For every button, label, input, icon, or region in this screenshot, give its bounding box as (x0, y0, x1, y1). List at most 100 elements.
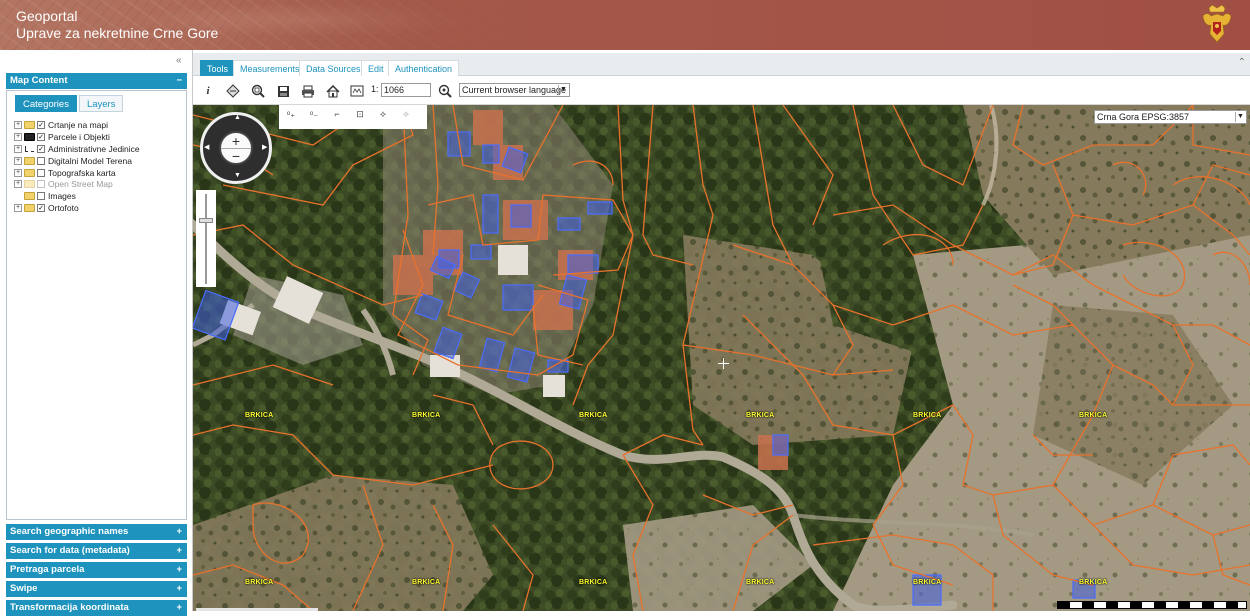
layer-select-icon[interactable] (225, 83, 241, 99)
section-label: Search geographic names (10, 526, 129, 537)
layer-label: Parcele i Objekti (48, 131, 110, 142)
tab-tools[interactable]: Tools (200, 60, 236, 76)
map-canvas[interactable]: BRKICA BRKICA BRKICA BRKICA BRKICA BRKIC… (193, 105, 1250, 611)
layer-checkbox[interactable] (37, 156, 45, 165)
layer-row-dmt[interactable]: + Digitalni Model Terena (14, 155, 140, 167)
expand-icon[interactable]: + (14, 156, 22, 165)
map-content-header[interactable]: Map Content − (6, 73, 187, 89)
zoom-out-icon[interactable]: − (221, 148, 251, 163)
tab-edit[interactable]: Edit (361, 60, 391, 76)
folder-icon (24, 204, 35, 213)
info-icon[interactable]: i (200, 83, 216, 99)
layer-row-ortofoto[interactable]: + ✓ Ortofoto (14, 202, 140, 214)
tab-data-sources[interactable]: Data Sources (299, 60, 368, 76)
layer-checkbox[interactable] (37, 192, 45, 201)
expand-icon[interactable]: + (14, 132, 22, 141)
pan-right-icon[interactable]: ▶ (262, 143, 267, 151)
zoom-slider-track (205, 194, 207, 284)
layer-label: Crtanje na mapi (48, 119, 109, 130)
folder-icon (24, 192, 35, 201)
collapse-icon[interactable]: − (176, 73, 182, 89)
tab-categories[interactable]: Categories (15, 95, 77, 112)
zoom-control: + − (219, 131, 253, 165)
layer-checkbox[interactable] (37, 168, 45, 177)
zoom-in-icon[interactable]: + (221, 134, 251, 148)
draw-line-icon[interactable]: ⌐ (330, 109, 344, 125)
select-feature-icon[interactable]: ⊡ (353, 109, 367, 125)
pan-down-icon[interactable]: ▼ (234, 172, 241, 179)
section-transformacija-koordinata[interactable]: Transformacija koordinata + (6, 600, 187, 616)
zoom-to-scale-icon[interactable] (437, 83, 453, 99)
language-select[interactable]: Current browser language ▼ (459, 83, 570, 97)
tab-layers[interactable]: Layers (78, 95, 124, 112)
layer-checkbox[interactable]: ✓ (37, 144, 45, 153)
section-label: Swipe (10, 583, 38, 594)
parcel-label: BRKICA (913, 579, 942, 586)
save-icon[interactable] (275, 83, 291, 99)
folder-icon (24, 180, 35, 189)
scale-input[interactable]: 1066 (381, 83, 431, 97)
expand-icon[interactable]: + (176, 524, 182, 540)
tab-authentication[interactable]: Authentication (388, 60, 460, 76)
folder-icon (24, 168, 35, 177)
expand-icon[interactable]: + (14, 144, 22, 153)
boundary-style-icon (24, 145, 35, 153)
expand-icon[interactable]: + (176, 581, 182, 597)
expand-icon[interactable]: + (176, 562, 182, 578)
remove-point-icon[interactable]: ᵒ₋ (307, 109, 321, 125)
section-pretraga-parcela[interactable]: Pretraga parcela + (6, 562, 187, 578)
parcel-label: BRKICA (245, 412, 274, 419)
crs-select[interactable]: Crna Gora EPSG:3857 ▼ (1094, 110, 1247, 124)
section-search-metadata[interactable]: Search for data (metadata) + (6, 543, 187, 559)
pan-left-icon[interactable]: ◀ (204, 143, 209, 151)
section-search-geographic-names[interactable]: Search geographic names + (6, 524, 187, 540)
expand-icon[interactable]: + (176, 543, 182, 559)
layer-row-administrativne[interactable]: + ✓ Administrativne Jedinice (14, 143, 140, 155)
zoom-slider[interactable] (196, 190, 216, 287)
folder-icon (24, 156, 35, 165)
expand-icon[interactable]: + (14, 204, 22, 213)
zoom-slider-handle[interactable] (199, 218, 213, 223)
parcel-label: BRKICA (579, 412, 608, 419)
zoom-scale-icon[interactable] (349, 83, 365, 99)
pan-control[interactable]: ▲ ▼ ◀ ▶ + − (200, 112, 272, 184)
layer-label: Images (48, 191, 76, 202)
parcel-label: BRKICA (579, 579, 608, 586)
section-swipe[interactable]: Swipe + (6, 581, 187, 597)
expand-icon[interactable]: + (14, 120, 22, 129)
layer-checkbox[interactable]: ✓ (37, 132, 45, 141)
expand-icon[interactable]: + (14, 168, 22, 177)
parcel-label: BRKICA (1079, 412, 1108, 419)
app-title-line2: Uprave za nekretnine Crne Gore (16, 25, 219, 41)
collapse-toolbar-icon[interactable]: ⌃ (1238, 57, 1246, 68)
layer-row-crtanje[interactable]: + ✓ Crtanje na mapi (14, 119, 140, 131)
pan-up-icon[interactable]: ▲ (234, 114, 241, 121)
add-point-icon[interactable]: ᵒ₊ (284, 109, 298, 125)
chevron-down-icon: ▼ (558, 85, 568, 95)
map-scalebar (1057, 601, 1247, 609)
layer-row-topografska[interactable]: + Topografska karta (14, 167, 140, 179)
map-content-title: Map Content (10, 75, 68, 86)
layer-checkbox[interactable]: ✓ (37, 120, 45, 129)
layer-checkbox[interactable]: ✓ (37, 204, 45, 213)
layer-row-osm[interactable]: + Open Street Map (14, 178, 140, 190)
collapse-left-panel-icon[interactable]: « (176, 56, 186, 66)
tab-measurements[interactable]: Measurements (233, 60, 307, 76)
parcel-label: BRKICA (412, 579, 441, 586)
layer-style-icon (24, 132, 35, 141)
parcel-label: BRKICA (746, 412, 775, 419)
expand-icon[interactable]: + (14, 180, 22, 189)
layer-label: Digitalni Model Terena (48, 155, 132, 166)
drawing-tools: ᵒ₊ ᵒ₋ ⌐ ⊡ ⟡ ⟡ (279, 105, 427, 129)
layer-row-images[interactable]: Images (14, 190, 140, 202)
expand-icon[interactable]: + (176, 600, 182, 616)
move-feature-icon[interactable]: ⟡ (376, 109, 390, 125)
home-icon[interactable] (325, 83, 341, 99)
delete-feature-icon[interactable]: ⟡ (399, 109, 413, 125)
print-icon[interactable] (300, 83, 316, 99)
zoom-box-icon[interactable] (250, 83, 266, 99)
layer-checkbox[interactable] (37, 180, 45, 189)
layer-row-parcele[interactable]: + ✓ Parcele i Objekti (14, 131, 140, 143)
chevron-down-icon: ▼ (1235, 112, 1245, 122)
